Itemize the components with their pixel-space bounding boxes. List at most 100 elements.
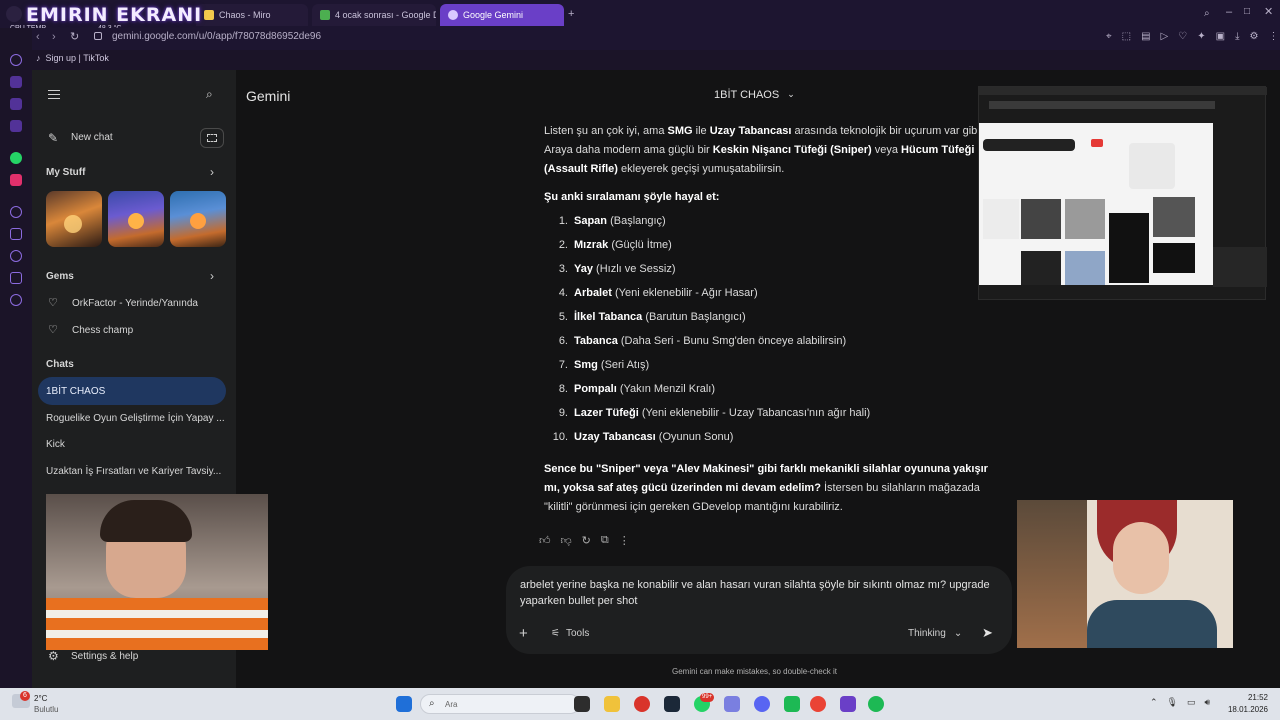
- search-tabs-icon[interactable]: ⌕: [1204, 8, 1210, 19]
- discord-icon[interactable]: [754, 696, 770, 712]
- list-number: 4.: [558, 287, 568, 299]
- chat-item[interactable]: 1BİT CHAOS: [46, 386, 105, 397]
- settings-icon[interactable]: ⚙: [1249, 31, 1258, 42]
- taskbar-search[interactable]: ⌕ Ara: [420, 694, 580, 714]
- tab-google-docs[interactable]: 4 ocak sonrası - Google D: [312, 4, 436, 26]
- tab-miro[interactable]: Chaos - Miro: [196, 4, 308, 26]
- my-stuff-heading[interactable]: My Stuff: [46, 167, 85, 178]
- send-icon[interactable]: ➤: [982, 625, 993, 641]
- pin-icon[interactable]: ⌖: [1106, 31, 1112, 42]
- gems-heading[interactable]: Gems: [46, 271, 74, 282]
- download-icon[interactable]: ⤓: [1235, 31, 1239, 42]
- sidebar-app-icon[interactable]: [10, 54, 22, 66]
- whatsapp-icon[interactable]: [10, 152, 22, 164]
- app-icon[interactable]: [784, 696, 800, 712]
- maximize-icon[interactable]: □: [1244, 6, 1250, 17]
- weather-desc: Bulutlu: [34, 705, 59, 714]
- weapon-desc: (Yakın Menzil Kralı): [619, 383, 716, 395]
- file-explorer-icon[interactable]: [604, 696, 620, 712]
- mode-selector[interactable]: Thinking ⌄: [908, 628, 962, 639]
- history-icon[interactable]: [10, 250, 22, 262]
- more-icon[interactable]: ⋮: [1268, 31, 1278, 42]
- tab-label: Chaos - Miro: [219, 10, 271, 20]
- spotify-icon[interactable]: [868, 696, 884, 712]
- gem-item[interactable]: OrkFactor - Yerinde/Yanında: [72, 298, 198, 309]
- response-intro: Listen şu an çok iyi, ama SMG ile Uzay T…: [544, 122, 984, 179]
- chat-item[interactable]: Uzaktan İş Fırsatları ve Kariyer Tavsiy.…: [46, 466, 221, 477]
- bookmark-tiktok[interactable]: ♪ Sign up | TikTok: [36, 53, 109, 63]
- thumbs-up-icon[interactable]: 👍︎: [539, 534, 551, 547]
- app-icon[interactable]: [724, 696, 740, 712]
- conversation-title: 1BİT CHAOS: [714, 89, 780, 101]
- my-stuff-image[interactable]: [46, 191, 102, 247]
- gem-item[interactable]: Chess champ: [72, 325, 133, 336]
- conversation-title-dropdown[interactable]: 1BİT CHAOS ⌄: [714, 89, 795, 101]
- tools-icon: ⚟: [551, 628, 560, 639]
- microphone-icon[interactable]: 🎙︎: [1167, 697, 1178, 708]
- extensions-icon[interactable]: ✦: [1197, 31, 1205, 42]
- new-chat-button[interactable]: New chat: [71, 132, 113, 143]
- minimize-icon[interactable]: –: [1226, 6, 1232, 18]
- chevron-right-icon[interactable]: ›: [210, 269, 214, 283]
- lock-icon[interactable]: [94, 32, 102, 40]
- play-icon[interactable]: ▷: [1161, 31, 1169, 42]
- task-view-icon[interactable]: [574, 696, 590, 712]
- settings-help-button[interactable]: Settings & help: [71, 651, 138, 662]
- browser-menu-icon[interactable]: [6, 6, 22, 22]
- bold-text: Keskin Nişancı Tüfeği (Sniper): [712, 144, 872, 156]
- more-options-icon[interactable]: ⋮: [619, 534, 630, 547]
- regenerate-icon[interactable]: ↻: [582, 534, 591, 547]
- chat-item[interactable]: Kick: [46, 439, 65, 450]
- copy-icon[interactable]: ⧉: [601, 534, 609, 547]
- sidebar-app-icon[interactable]: [10, 120, 22, 132]
- reload-icon[interactable]: ↻: [70, 30, 79, 43]
- opera-icon[interactable]: [634, 696, 650, 712]
- steam-icon[interactable]: [664, 696, 680, 712]
- chat-item[interactable]: Roguelike Oyun Geliştirme İçin Yapay ...: [46, 413, 225, 424]
- forward-icon[interactable]: ›: [52, 31, 56, 43]
- settings-icon[interactable]: [10, 294, 22, 306]
- chevron-right-icon[interactable]: ›: [210, 165, 214, 179]
- instagram-icon[interactable]: [10, 174, 22, 186]
- chevron-down-icon: ⌄: [787, 89, 795, 99]
- list-number: 10.: [552, 431, 568, 443]
- heart-icon[interactable]: ♡: [1178, 31, 1187, 42]
- chrome-icon[interactable]: [810, 696, 826, 712]
- wallet-icon[interactable]: ▣: [1216, 31, 1225, 42]
- start-icon[interactable]: [396, 696, 412, 712]
- bookmarks-bar: [0, 50, 1280, 70]
- close-window-icon[interactable]: ✕: [1264, 5, 1273, 18]
- clock-date[interactable]: 18.01.2026: [1226, 705, 1268, 714]
- reader-icon[interactable]: ▤: [1141, 31, 1150, 42]
- sidebar-app-icon[interactable]: [10, 98, 22, 110]
- chevron-up-icon[interactable]: ⌃: [1150, 697, 1158, 708]
- app-title[interactable]: Gemini: [246, 88, 290, 104]
- prompt-textarea[interactable]: arbelet yerine başka ne konabilir ve ala…: [520, 577, 990, 609]
- tab-google-gemini[interactable]: Google Gemini: [440, 4, 564, 26]
- new-tab-icon[interactable]: +: [568, 9, 578, 20]
- sidebar-app-icon[interactable]: [10, 76, 22, 88]
- clock-time[interactable]: 21:52: [1226, 693, 1268, 702]
- temporary-chat-icon[interactable]: [200, 128, 224, 148]
- tools-button[interactable]: ⚟ Tools: [551, 628, 589, 639]
- volume-icon[interactable]: 🔊︎: [1205, 697, 1211, 708]
- screenshot-icon[interactable]: ⬚: [1122, 31, 1131, 42]
- menu-icon[interactable]: [48, 90, 60, 99]
- stream-title-overlay: EMIRIN EKRANI: [26, 4, 203, 26]
- my-stuff-image[interactable]: [108, 191, 164, 247]
- sidebar-app-icon[interactable]: [10, 272, 22, 284]
- bookmark-icon[interactable]: [10, 228, 22, 240]
- back-icon[interactable]: ‹: [36, 31, 40, 43]
- thumbs-down-icon[interactable]: 👎︎: [561, 534, 572, 547]
- network-icon[interactable]: ▭: [1187, 697, 1196, 708]
- list-item: 8. Pompalı (Yakın Menzil Kralı): [544, 383, 715, 395]
- weapon-name: Pompalı: [574, 383, 617, 395]
- response-actions: 👍︎ 👎︎ ↻ ⧉ ⋮: [539, 534, 630, 547]
- sidebar-app-icon[interactable]: [10, 206, 22, 218]
- list-item: 3. Yay (Hızlı ve Sessiz): [544, 263, 676, 275]
- my-stuff-image[interactable]: [170, 191, 226, 247]
- add-attachment-icon[interactable]: +: [519, 625, 528, 642]
- search-icon[interactable]: ⌕: [206, 87, 213, 102]
- browser-icon[interactable]: [840, 696, 856, 712]
- url-field[interactable]: gemini.google.com/u/0/app/f78078d86952de…: [112, 31, 321, 42]
